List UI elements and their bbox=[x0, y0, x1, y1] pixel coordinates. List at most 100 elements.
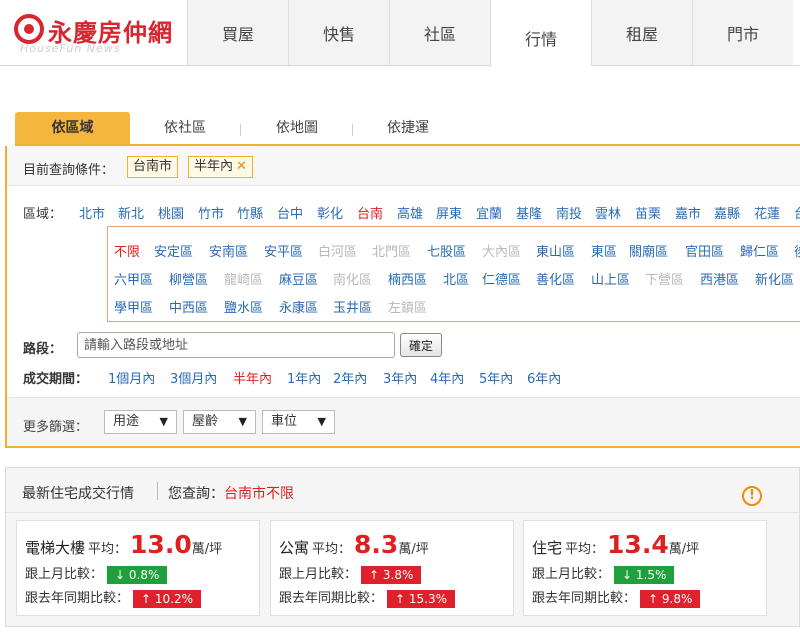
tab-separator bbox=[352, 124, 353, 136]
avg-price: 8.3 bbox=[354, 530, 399, 559]
yoy-row: 跟去年同期比較： ↑ 9.8% bbox=[532, 587, 701, 608]
period-option[interactable]: 6年內 bbox=[527, 368, 561, 387]
dropdown-label: 車位 bbox=[271, 414, 298, 429]
chip-label: 台南市 bbox=[133, 159, 173, 174]
district-link[interactable]: 柳營區 bbox=[169, 269, 208, 288]
city-link[interactable]: 雲林 bbox=[595, 203, 621, 222]
city-link[interactable]: 竹市 bbox=[198, 203, 224, 222]
period-option[interactable]: 1年內 bbox=[287, 368, 321, 387]
district-link[interactable]: 後 bbox=[794, 241, 800, 260]
city-link[interactable]: 竹縣 bbox=[237, 203, 263, 222]
city-link[interactable]: 嘉市 bbox=[675, 203, 701, 222]
district-link[interactable]: 七股區 bbox=[427, 241, 466, 260]
city-link[interactable]: 宜蘭 bbox=[476, 203, 502, 222]
logo[interactable]: 永慶房仲網 HouseFun News bbox=[12, 10, 187, 60]
nav-quick-sell[interactable]: 快售 bbox=[288, 0, 389, 65]
main-nav: 買屋 快售 社區 行情 租屋 門市 bbox=[187, 0, 793, 67]
stats-title: 最新住宅成交行情 bbox=[22, 486, 134, 502]
more-filters: 更多篩選： 用途 ▼ 屋齡 ▼ 車位 ▼ bbox=[7, 397, 800, 446]
site-header: 永慶房仲網 HouseFun News 買屋 快售 社區 行情 租屋 門市 bbox=[0, 0, 800, 67]
property-type: 住宅 bbox=[532, 539, 563, 557]
nav-buy[interactable]: 買屋 bbox=[187, 0, 288, 65]
district-link[interactable]: 仁德區 bbox=[482, 269, 521, 288]
period-option[interactable]: 3年內 bbox=[383, 368, 417, 387]
tab-by-region[interactable]: 依區域 bbox=[15, 112, 130, 144]
yoy-badge: ↑ 10.2% bbox=[133, 589, 202, 608]
district-link[interactable]: 楠西區 bbox=[388, 269, 427, 288]
city-link[interactable]: 屏東 bbox=[436, 203, 462, 222]
tab-by-community[interactable]: 依社區 bbox=[140, 112, 230, 144]
dropdown-label: 屋齡 bbox=[192, 414, 219, 429]
tab-separator bbox=[240, 124, 241, 136]
district-link[interactable]: 關廟區 bbox=[629, 241, 668, 260]
period-option[interactable]: 1個月內 bbox=[108, 368, 155, 387]
district-link[interactable]: 學甲區 bbox=[114, 297, 153, 316]
parking-dropdown[interactable]: 車位 ▼ bbox=[262, 410, 335, 434]
city-link[interactable]: 彰化 bbox=[317, 203, 343, 222]
road-input[interactable] bbox=[77, 332, 395, 358]
city-link[interactable]: 桃園 bbox=[158, 203, 184, 222]
city-link[interactable]: 高雄 bbox=[397, 203, 423, 222]
district-link[interactable]: 中西區 bbox=[169, 297, 208, 316]
mom-label: 跟上月比較： bbox=[532, 567, 611, 582]
period-option[interactable]: 4年內 bbox=[430, 368, 464, 387]
nav-stores[interactable]: 門市 bbox=[692, 0, 793, 65]
city-link[interactable]: 北市 bbox=[79, 203, 105, 222]
district-link[interactable]: 安南區 bbox=[209, 241, 248, 260]
city-link[interactable]: 新北 bbox=[118, 203, 144, 222]
city-link[interactable]: 南投 bbox=[556, 203, 582, 222]
info-warning-icon[interactable]: ! bbox=[742, 486, 762, 506]
district-link[interactable]: 北區 bbox=[443, 269, 469, 288]
price-unit: 萬/坪 bbox=[191, 542, 223, 557]
usage-dropdown[interactable]: 用途 ▼ bbox=[104, 410, 177, 434]
period-option[interactable]: 5年內 bbox=[479, 368, 513, 387]
mom-row: 跟上月比較： ↓ 1.5% bbox=[532, 563, 675, 584]
nav-market-price[interactable]: 行情 bbox=[490, 0, 591, 67]
avg-price: 13.0 bbox=[130, 530, 192, 559]
avg-label: 平均： bbox=[88, 542, 128, 557]
search-tabs: 依區域 依社區 依地圖 依捷運 bbox=[15, 112, 800, 146]
district-link[interactable]: 善化區 bbox=[536, 269, 575, 288]
mom-badge: ↓ 0.8% bbox=[107, 565, 168, 584]
district-link[interactable]: 安平區 bbox=[264, 241, 303, 260]
tab-by-map[interactable]: 依地圖 bbox=[252, 112, 342, 144]
district-link: 左鎮區 bbox=[388, 301, 428, 316]
district-link[interactable]: 官田區 bbox=[685, 241, 724, 260]
district-link[interactable]: 安定區 bbox=[154, 241, 193, 260]
city-link[interactable]: 台南 bbox=[357, 203, 383, 222]
remove-icon[interactable]: ✕ bbox=[236, 159, 247, 174]
district-link[interactable]: 西港區 bbox=[700, 269, 739, 288]
yoy-label: 跟去年同期比較： bbox=[25, 591, 130, 606]
tab-by-mrt[interactable]: 依捷運 bbox=[363, 112, 453, 144]
district-link[interactable]: 六甲區 bbox=[114, 269, 153, 288]
period-option[interactable]: 2年內 bbox=[333, 368, 367, 387]
district-link[interactable]: 東山區 bbox=[536, 241, 575, 260]
city-link[interactable]: 花蓮 bbox=[754, 203, 780, 222]
period-option[interactable]: 3個月內 bbox=[170, 368, 217, 387]
condition-chip-city[interactable]: 台南市 bbox=[127, 156, 179, 178]
nav-rent[interactable]: 租屋 bbox=[591, 0, 692, 65]
district-link[interactable]: 不限 bbox=[114, 241, 140, 260]
city-link[interactable]: 嘉縣 bbox=[714, 203, 740, 222]
period-option[interactable]: 半年內 bbox=[233, 368, 272, 387]
district-link[interactable]: 玉井區 bbox=[333, 297, 372, 316]
district-link[interactable]: 鹽水區 bbox=[224, 297, 263, 316]
avg-label: 平均： bbox=[565, 542, 605, 557]
district-link[interactable]: 山上區 bbox=[591, 269, 630, 288]
confirm-button[interactable]: 確定 bbox=[400, 333, 442, 357]
market-stats: 最新住宅成交行情 您查詢：台南市不限 ! 電梯大樓 平均： 13.0萬/坪 跟上月比較… bbox=[5, 467, 800, 627]
district-link[interactable]: 永康區 bbox=[279, 297, 318, 316]
condition-chip-period[interactable]: 半年內 ✕ bbox=[188, 156, 253, 178]
district-link[interactable]: 東區 bbox=[591, 241, 617, 260]
district-link[interactable]: 新化區 bbox=[755, 269, 794, 288]
city-link[interactable]: 台中 bbox=[277, 203, 303, 222]
district-link[interactable]: 麻豆區 bbox=[279, 269, 318, 288]
city-link[interactable]: 台 bbox=[794, 203, 800, 222]
price-card: 電梯大樓 平均： 13.0萬/坪 跟上月比較： ↓ 0.8% 跟去年同期比較： ↑ 10.2… bbox=[16, 520, 260, 616]
city-link[interactable]: 基隆 bbox=[516, 203, 542, 222]
age-dropdown[interactable]: 屋齡 ▼ bbox=[183, 410, 256, 434]
mom-row: 跟上月比較： ↓ 0.8% bbox=[25, 563, 168, 584]
district-link[interactable]: 歸仁區 bbox=[740, 241, 779, 260]
city-link[interactable]: 苗栗 bbox=[635, 203, 661, 222]
nav-community[interactable]: 社區 bbox=[389, 0, 490, 65]
